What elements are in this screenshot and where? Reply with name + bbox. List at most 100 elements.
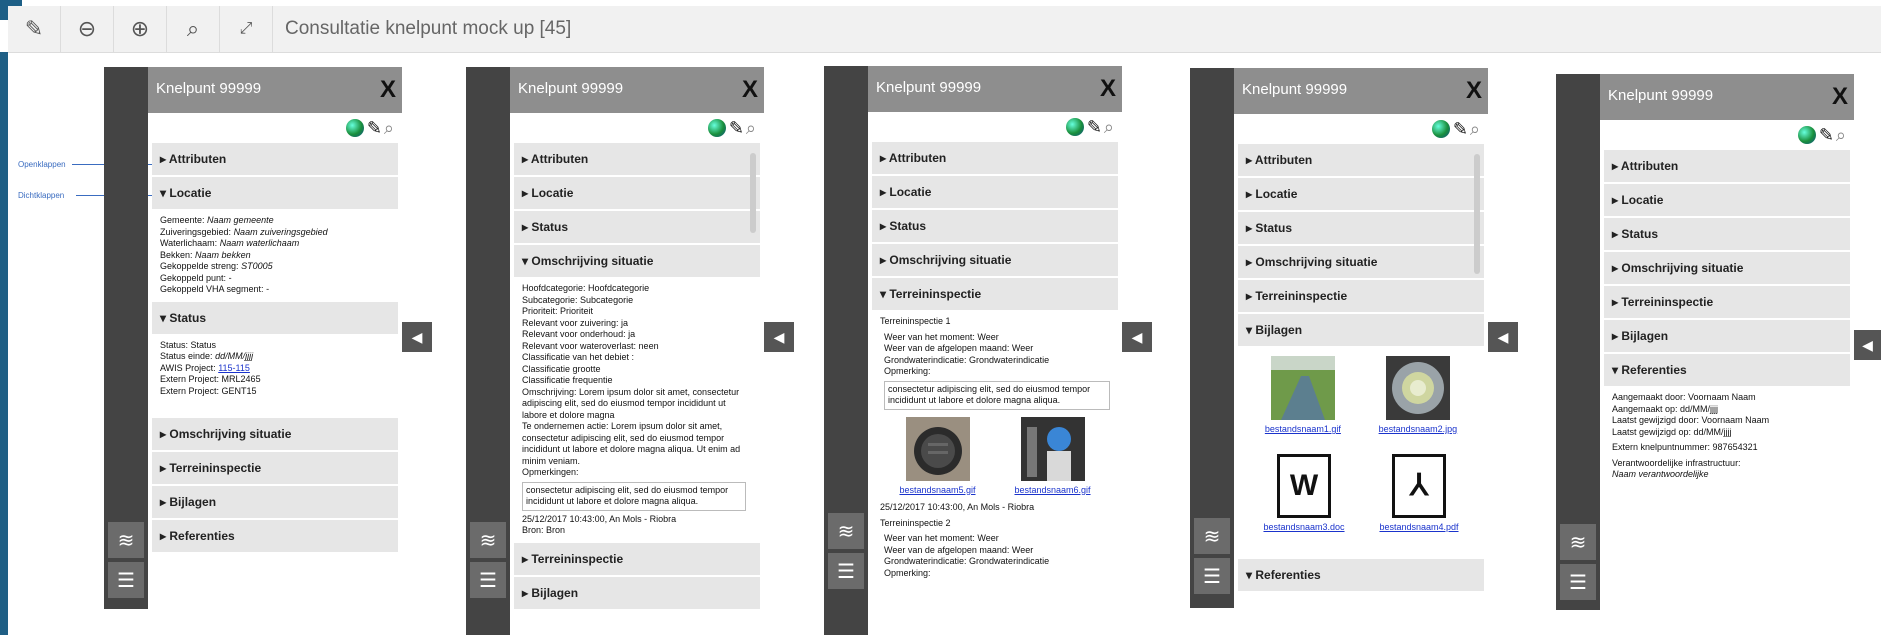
section-status[interactable]: ▸ Status [872, 210, 1118, 242]
pencil-icon[interactable]: ✎ [729, 114, 744, 142]
toolbar: ✎ ⊖ ⊕ ⌕ ⤢ Consultatie knelpunt mock up [… [8, 6, 1881, 53]
pencil-icon[interactable]: ✎ [8, 6, 61, 52]
awis-link[interactable]: 115-115 [218, 363, 250, 373]
pencil-icon[interactable]: ✎ [367, 114, 382, 142]
word-document-icon: W [1277, 453, 1331, 518]
layers-icon[interactable]: ≋ [108, 522, 144, 558]
section-attributen[interactable]: ▸ Attributen [872, 142, 1118, 174]
section-locatie[interactable]: ▸ Locatie [872, 176, 1118, 208]
search-icon[interactable]: ⌕ [384, 114, 394, 142]
pencil-icon[interactable]: ✎ [1453, 115, 1468, 143]
field-label: Status: [160, 339, 189, 350]
section-referenties[interactable]: ▾ Referenties [1604, 354, 1850, 386]
attachment-link[interactable]: bestandsnaam5.gif [899, 485, 975, 497]
search-icon[interactable]: ⌕ [746, 114, 756, 142]
section-attributen[interactable]: ▸ Attributen [514, 143, 760, 175]
layers-icon[interactable]: ≋ [470, 522, 506, 558]
section-locatie[interactable]: ▸ Locatie [1604, 184, 1850, 216]
section-attributen[interactable]: ▸ Attributen [1604, 150, 1850, 182]
layers-icon[interactable]: ≋ [1560, 524, 1596, 560]
attachment-link[interactable]: bestandsnaam1.gif [1265, 424, 1341, 436]
collapse-panel-button[interactable]: ◀ [402, 322, 432, 352]
list-icon[interactable]: ☰ [1194, 558, 1230, 594]
section-omschrijving[interactable]: ▾ Omschrijving situatie [514, 245, 760, 277]
collapse-panel-button[interactable]: ◀ [1854, 330, 1881, 360]
layers-icon[interactable]: ≋ [828, 513, 864, 549]
list-icon[interactable]: ☰ [470, 562, 506, 598]
search-icon[interactable]: ⌕ [1836, 121, 1846, 149]
section-locatie[interactable]: ▾ Locatie [152, 177, 398, 209]
section-label: Omschrijving situatie [1621, 261, 1744, 275]
close-button[interactable]: X [380, 76, 396, 104]
close-button[interactable]: X [1100, 75, 1116, 103]
search-icon[interactable]: ⌕ [1470, 115, 1480, 143]
section-status[interactable]: ▸ Status [514, 211, 760, 243]
close-button[interactable]: X [742, 76, 758, 104]
text-line: Classificatie grootte [522, 363, 601, 374]
attachment-link[interactable]: bestandsnaam3.doc [1263, 522, 1344, 534]
attachment-link[interactable]: bestandsnaam6.gif [1014, 485, 1090, 497]
globe-icon[interactable] [707, 119, 726, 138]
section-attributen[interactable]: ▸ Attributen [1238, 144, 1484, 176]
timestamp: 25/12/2017 10:43:00, An Mols - Riobra [880, 502, 1035, 512]
globe-icon[interactable] [1065, 118, 1084, 137]
section-referenties[interactable]: ▾ Referenties [1238, 559, 1484, 591]
layers-icon[interactable]: ≋ [1194, 518, 1230, 554]
field-label: Status einde: [160, 351, 213, 361]
section-bijlagen[interactable]: ▾ Bijlagen [1238, 314, 1484, 346]
search-icon[interactable]: ⌕ [1104, 113, 1114, 141]
pencil-icon[interactable]: ✎ [1819, 121, 1834, 149]
section-omschrijving[interactable]: ▸ Omschrijving situatie [152, 417, 398, 450]
search-icon[interactable]: ⌕ [167, 6, 220, 52]
close-button[interactable]: X [1832, 83, 1848, 111]
attachment-item[interactable]: bestandsnaam6.gif [1014, 416, 1091, 497]
zoom-out-icon[interactable]: ⊖ [61, 6, 114, 52]
section-locatie[interactable]: ▸ Locatie [514, 177, 760, 209]
attachment-link[interactable]: bestandsnaam2.jpg [1379, 424, 1458, 436]
field-label: Gemeente: [160, 215, 205, 225]
section-terreininspectie[interactable]: ▸ Terreininspectie [514, 542, 760, 575]
attachment-item[interactable]: W bestandsnaam3.doc [1263, 453, 1345, 534]
collapse-panel-button[interactable]: ◀ [1488, 322, 1518, 352]
field-value: Naam gemeente [207, 215, 274, 225]
globe-icon[interactable] [1797, 126, 1816, 145]
pencil-icon[interactable]: ✎ [1087, 113, 1102, 141]
section-status[interactable]: ▸ Status [1238, 212, 1484, 244]
field-label: Extern Project: [160, 385, 220, 396]
list-icon[interactable]: ☰ [828, 553, 864, 589]
section-terreininspectie[interactable]: ▸ Terreininspectie [152, 451, 398, 484]
section-referenties[interactable]: ▸ Referenties [152, 519, 398, 552]
collapse-panel-button[interactable]: ◀ [1122, 322, 1152, 352]
section-terreininspectie[interactable]: ▾ Terreininspectie [872, 278, 1118, 310]
scrollbar[interactable] [1474, 154, 1480, 274]
fullscreen-icon[interactable]: ⤢ [220, 6, 273, 52]
annotation-open: Openklappen [18, 160, 66, 169]
globe-icon[interactable] [1431, 120, 1450, 139]
section-attributen[interactable]: ▸ Attributen [152, 143, 398, 175]
attachment-link[interactable]: bestandsnaam4.pdf [1379, 522, 1458, 534]
section-bijlagen[interactable]: ▸ Bijlagen [152, 485, 398, 518]
field-label: Waterlichaam: [160, 238, 218, 248]
close-button[interactable]: X [1466, 77, 1482, 105]
section-bijlagen[interactable]: ▸ Bijlagen [514, 576, 760, 609]
section-omschrijving[interactable]: ▸ Omschrijving situatie [1238, 246, 1484, 278]
list-icon[interactable]: ☰ [1560, 564, 1596, 600]
attachment-item[interactable]: bestandsnaam5.gif [899, 416, 976, 497]
section-bijlagen[interactable]: ▸ Bijlagen [1604, 320, 1850, 352]
section-omschrijving[interactable]: ▸ Omschrijving situatie [872, 244, 1118, 276]
scrollbar[interactable] [750, 153, 756, 233]
collapse-panel-button[interactable]: ◀ [764, 322, 794, 352]
section-locatie[interactable]: ▸ Locatie [1238, 178, 1484, 210]
section-terreininspectie[interactable]: ▸ Terreininspectie [1238, 280, 1484, 312]
zoom-in-icon[interactable]: ⊕ [114, 6, 167, 52]
section-status[interactable]: ▾ Status [152, 301, 398, 334]
section-omschrijving[interactable]: ▸ Omschrijving situatie [1604, 252, 1850, 284]
attachment-item[interactable]: ⅄ bestandsnaam4.pdf [1379, 453, 1459, 534]
section-terreininspectie[interactable]: ▸ Terreininspectie [1604, 286, 1850, 318]
globe-icon[interactable] [345, 119, 364, 138]
attachment-item[interactable]: bestandsnaam2.jpg [1379, 356, 1458, 436]
section-status[interactable]: ▸ Status [1604, 218, 1850, 250]
list-icon[interactable]: ☰ [108, 562, 144, 598]
attachment-item[interactable]: bestandsnaam1.gif [1265, 356, 1341, 436]
panel-header: Knelpunt 99999 X [1600, 74, 1854, 120]
